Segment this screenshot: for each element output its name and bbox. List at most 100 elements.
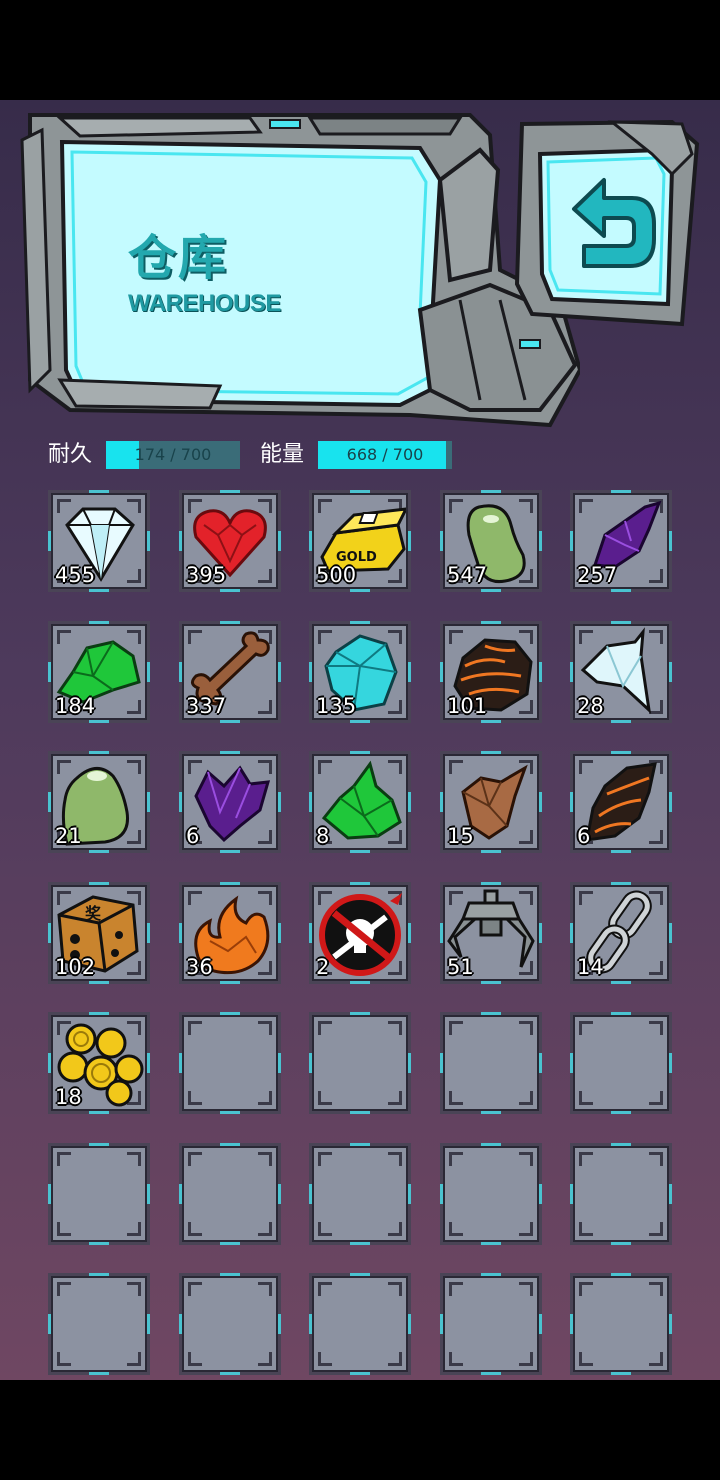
slot-corner bbox=[449, 1152, 463, 1166]
inventory-slot[interactable]: 36 bbox=[179, 882, 281, 984]
item-count: 36 bbox=[186, 955, 213, 979]
slot-corner bbox=[519, 1282, 533, 1296]
slot-edge bbox=[147, 923, 150, 943]
inventory-slot[interactable]: 奖 102 bbox=[48, 882, 150, 984]
inventory-slot[interactable]: 15 bbox=[440, 751, 542, 853]
empty-inventory-slot[interactable] bbox=[179, 1273, 281, 1375]
slot-corner bbox=[388, 1152, 402, 1166]
slot-edge bbox=[147, 662, 150, 682]
slot-corner bbox=[127, 1282, 141, 1296]
item-count: 184 bbox=[55, 694, 96, 718]
slot-edge bbox=[220, 1273, 240, 1276]
slot-edge bbox=[89, 1273, 109, 1276]
slot-corner bbox=[188, 1222, 202, 1236]
item-count: 14 bbox=[577, 955, 604, 979]
slot-edge bbox=[309, 1184, 312, 1204]
slot-edge bbox=[48, 531, 51, 551]
page-subtitle: WAREHOUSE bbox=[128, 290, 281, 317]
slot-edge bbox=[147, 531, 150, 551]
inventory-slot[interactable]: 18 bbox=[48, 1012, 150, 1114]
inventory-slot[interactable]: 257 bbox=[570, 490, 672, 592]
inventory-slot[interactable]: 101 bbox=[440, 621, 542, 723]
slot-edge bbox=[408, 531, 411, 551]
item-count: 21 bbox=[55, 824, 82, 848]
inventory-slot[interactable]: 135 bbox=[309, 621, 411, 723]
slot-edge bbox=[89, 850, 109, 853]
warehouse-screen: 仓库 WAREHOUSE 耐久 174 / 700 能量 668 / 700 4… bbox=[0, 100, 720, 1380]
item-count: 102 bbox=[55, 955, 96, 979]
slot-edge bbox=[539, 923, 542, 943]
slot-edge bbox=[669, 662, 672, 682]
slot-edge bbox=[611, 1012, 631, 1015]
slot-edge bbox=[408, 1184, 411, 1204]
item-count: 101 bbox=[447, 694, 488, 718]
empty-inventory-slot[interactable] bbox=[48, 1143, 150, 1245]
slot-edge bbox=[309, 792, 312, 812]
empty-inventory-slot[interactable] bbox=[309, 1273, 411, 1375]
energy-label: 能量 bbox=[260, 442, 305, 467]
inventory-slot[interactable]: 6 bbox=[179, 751, 281, 853]
durability-value: 174 / 700 bbox=[134, 445, 212, 464]
slot-edge bbox=[89, 1242, 109, 1245]
empty-inventory-slot[interactable] bbox=[570, 1143, 672, 1245]
empty-inventory-slot[interactable] bbox=[309, 1012, 411, 1114]
slot-edge bbox=[179, 531, 182, 551]
header-frame bbox=[20, 113, 583, 428]
slot-edge bbox=[350, 1143, 370, 1146]
slot-corner bbox=[318, 1021, 332, 1035]
empty-inventory-slot[interactable] bbox=[570, 1273, 672, 1375]
slot-edge bbox=[669, 1053, 672, 1073]
item-count: 15 bbox=[447, 824, 474, 848]
item-count: 28 bbox=[577, 694, 604, 718]
back-button[interactable] bbox=[512, 114, 702, 334]
svg-text:奖: 奖 bbox=[85, 904, 102, 923]
slot-edge bbox=[440, 792, 443, 812]
inventory-slot[interactable]: 28 bbox=[570, 621, 672, 723]
empty-inventory-slot[interactable] bbox=[309, 1143, 411, 1245]
inventory-slot[interactable]: 51 bbox=[440, 882, 542, 984]
inventory-slot[interactable]: 184 bbox=[48, 621, 150, 723]
slot-edge bbox=[220, 1012, 240, 1015]
empty-inventory-slot[interactable] bbox=[440, 1143, 542, 1245]
slot-corner bbox=[388, 1222, 402, 1236]
slot-edge bbox=[539, 531, 542, 551]
slot-edge bbox=[539, 1184, 542, 1204]
slot-corner bbox=[649, 1021, 663, 1035]
inventory-slot[interactable]: 395 bbox=[179, 490, 281, 592]
inventory-slot[interactable]: 21 bbox=[48, 751, 150, 853]
inventory-slot[interactable]: 547 bbox=[440, 490, 542, 592]
slot-edge bbox=[220, 490, 240, 493]
slot-edge bbox=[611, 720, 631, 723]
inventory-slot[interactable]: 8 bbox=[309, 751, 411, 853]
slot-edge bbox=[408, 662, 411, 682]
slot-edge bbox=[570, 923, 573, 943]
slot-edge bbox=[179, 1184, 182, 1204]
empty-inventory-slot[interactable] bbox=[179, 1012, 281, 1114]
empty-inventory-slot[interactable] bbox=[440, 1273, 542, 1375]
slot-edge bbox=[539, 1314, 542, 1334]
inventory-slot[interactable]: 14 bbox=[570, 882, 672, 984]
slot-edge bbox=[179, 662, 182, 682]
slot-corner bbox=[649, 1282, 663, 1296]
slot-corner bbox=[519, 1152, 533, 1166]
slot-edge bbox=[350, 1111, 370, 1114]
inventory-slot[interactable]: 455 bbox=[48, 490, 150, 592]
inventory-slot[interactable]: 337 bbox=[179, 621, 281, 723]
slot-edge bbox=[611, 751, 631, 754]
empty-inventory-slot[interactable] bbox=[48, 1273, 150, 1375]
inventory-slot[interactable]: 2 bbox=[309, 882, 411, 984]
empty-inventory-slot[interactable] bbox=[570, 1012, 672, 1114]
slot-edge bbox=[48, 923, 51, 943]
slot-corner bbox=[258, 1352, 272, 1366]
slot-corner bbox=[579, 1021, 593, 1035]
slot-corner bbox=[258, 1282, 272, 1296]
slot-edge bbox=[48, 1053, 51, 1073]
slot-edge bbox=[48, 792, 51, 812]
item-count: 6 bbox=[577, 824, 591, 848]
slot-corner bbox=[449, 1091, 463, 1105]
empty-inventory-slot[interactable] bbox=[179, 1143, 281, 1245]
slot-corner bbox=[318, 1352, 332, 1366]
inventory-slot[interactable]: 6 bbox=[570, 751, 672, 853]
inventory-slot[interactable]: GOLD 500 bbox=[309, 490, 411, 592]
empty-inventory-slot[interactable] bbox=[440, 1012, 542, 1114]
